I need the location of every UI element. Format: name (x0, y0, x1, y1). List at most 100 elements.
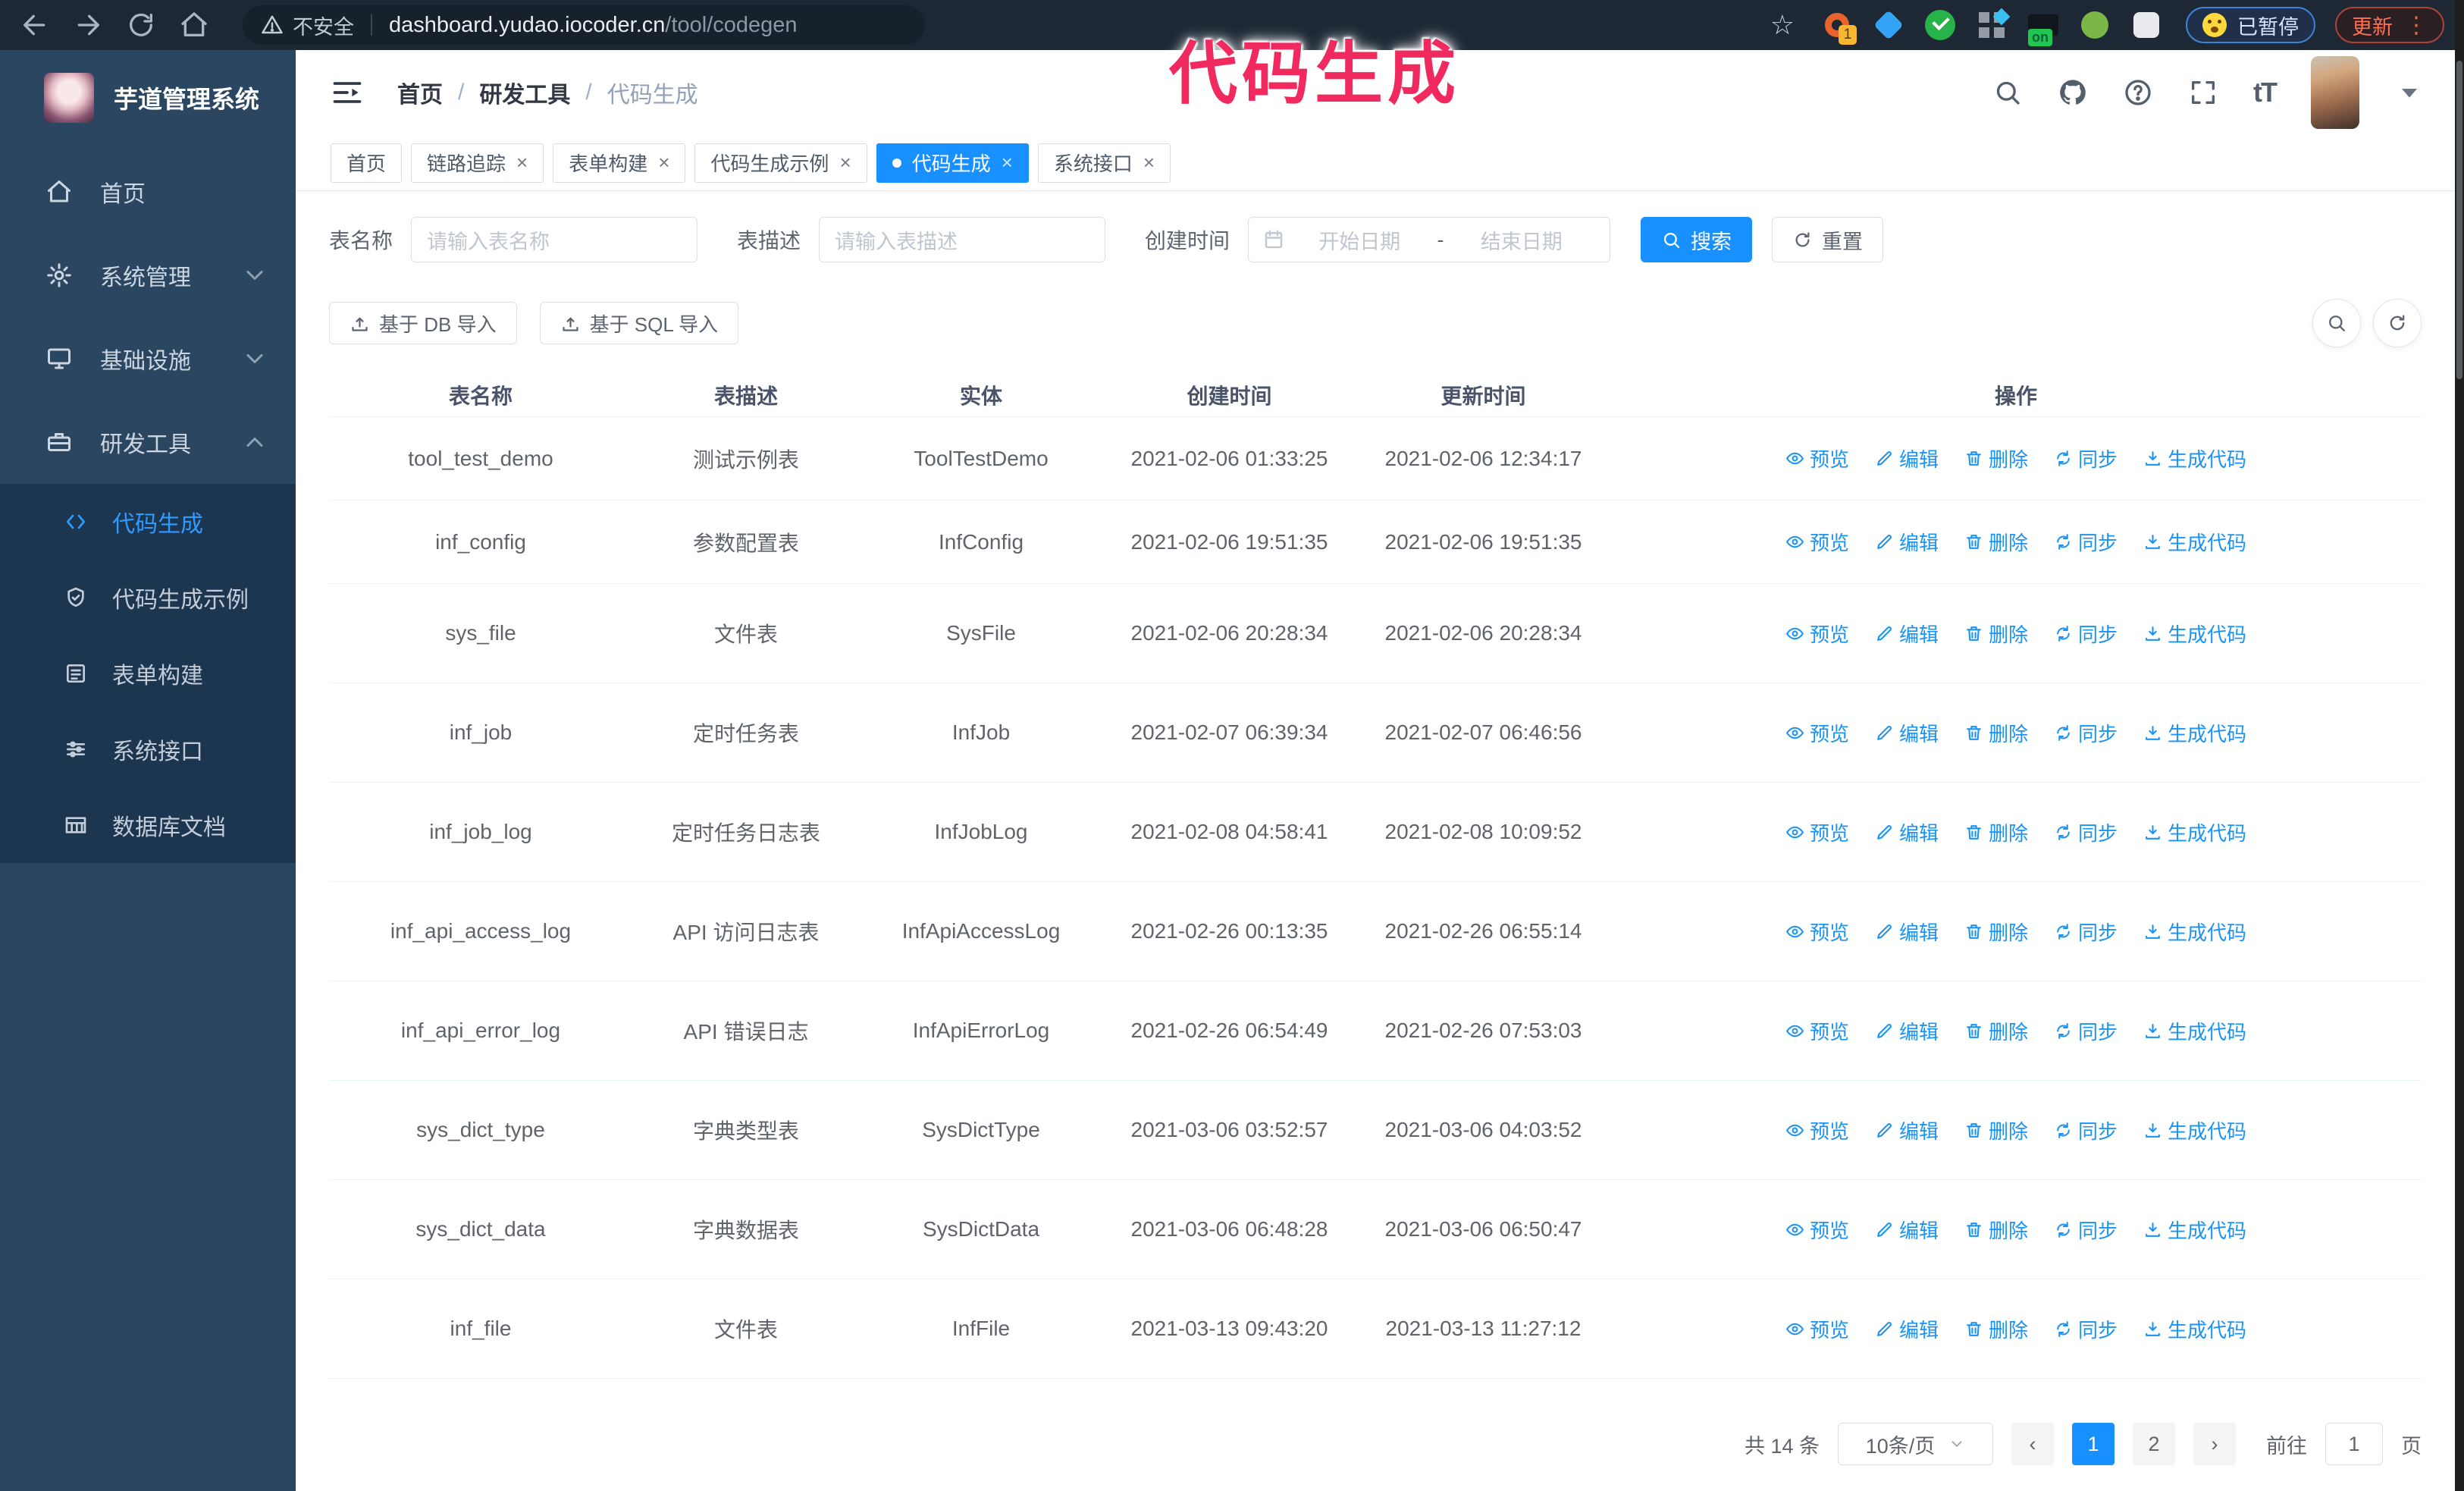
action-删除[interactable]: 删除 (1964, 818, 2028, 846)
tab-close-icon[interactable]: × (516, 151, 528, 174)
table-name-input[interactable]: 请输入表名称 (411, 217, 698, 262)
tab-代码生成[interactable]: 代码生成 × (876, 143, 1029, 183)
avatar[interactable] (2311, 56, 2359, 129)
action-预览[interactable]: 预览 (1785, 444, 1849, 472)
action-编辑[interactable]: 编辑 (1875, 1315, 1939, 1343)
action-同步[interactable]: 同步 (2054, 1017, 2118, 1045)
browser-menu-dots-icon[interactable]: ⋮ (2405, 12, 2428, 39)
action-预览[interactable]: 预览 (1785, 1315, 1849, 1343)
sidebar-subitem-表单构建[interactable]: 表单构建 (0, 636, 296, 711)
sidebar-item-首页[interactable]: 首页 (0, 150, 296, 234)
scrollbar-thumb[interactable] (2456, 61, 2462, 379)
bookmark-star-icon[interactable]: ☆ (1770, 9, 1795, 41)
extension-grid-icon[interactable] (1975, 8, 2008, 42)
action-预览[interactable]: 预览 (1785, 1017, 1849, 1045)
action-编辑[interactable]: 编辑 (1875, 1216, 1939, 1244)
extension-donut-icon[interactable]: 1 (1820, 8, 1857, 45)
action-删除[interactable]: 删除 (1964, 620, 2028, 648)
address-bar[interactable]: 不安全 dashboard.yudao.iocoder.cn /tool/cod… (243, 5, 925, 45)
action-预览[interactable]: 预览 (1785, 1116, 1849, 1144)
extension-gem-icon[interactable] (1872, 8, 1905, 42)
fullscreen-icon[interactable] (2188, 77, 2218, 108)
forward-icon[interactable] (73, 10, 103, 40)
refresh-table-button[interactable] (2373, 299, 2422, 347)
action-预览[interactable]: 预览 (1785, 1216, 1849, 1244)
tab-系统接口[interactable]: 系统接口 × (1037, 143, 1171, 183)
action-预览[interactable]: 预览 (1785, 620, 1849, 648)
toggle-search-button[interactable] (2312, 299, 2361, 347)
help-icon[interactable] (2123, 77, 2153, 108)
action-删除[interactable]: 删除 (1964, 1017, 2028, 1045)
tab-表单构建[interactable]: 表单构建 × (553, 143, 686, 183)
action-同步[interactable]: 同步 (2054, 620, 2118, 648)
action-生成代码[interactable]: 生成代码 (2143, 1216, 2246, 1244)
extensions-puzzle-icon[interactable] (2130, 8, 2163, 42)
update-button[interactable]: 更新 ⋮ (2335, 7, 2444, 43)
extension-green-icon[interactable] (2078, 8, 2111, 42)
tab-close-icon[interactable]: × (839, 151, 851, 174)
action-同步[interactable]: 同步 (2054, 918, 2118, 946)
action-编辑[interactable]: 编辑 (1875, 719, 1939, 747)
action-删除[interactable]: 删除 (1964, 719, 2028, 747)
action-编辑[interactable]: 编辑 (1875, 1017, 1939, 1045)
action-同步[interactable]: 同步 (2054, 444, 2118, 472)
breadcrumb-item[interactable]: 研发工具 (479, 76, 570, 109)
window-scrollbar[interactable] (2455, 0, 2464, 1491)
paused-badge[interactable]: 已暂停 (2186, 7, 2315, 43)
goto-page-input[interactable]: 1 (2325, 1423, 2383, 1465)
action-生成代码[interactable]: 生成代码 (2143, 719, 2246, 747)
action-生成代码[interactable]: 生成代码 (2143, 918, 2246, 946)
breadcrumb-item[interactable]: 首页 (397, 76, 443, 109)
import-sql-button[interactable]: 基于 SQL 导入 (539, 302, 739, 344)
extension-check-icon[interactable] (1923, 8, 1957, 42)
action-生成代码[interactable]: 生成代码 (2143, 1116, 2246, 1144)
sidebar-subitem-系统接口[interactable]: 系统接口 (0, 711, 296, 787)
tab-代码生成示例[interactable]: 代码生成示例 × (694, 143, 867, 183)
action-预览[interactable]: 预览 (1785, 918, 1849, 946)
extension-dark-icon[interactable]: on (2027, 8, 2060, 46)
action-预览[interactable]: 预览 (1785, 818, 1849, 846)
action-编辑[interactable]: 编辑 (1875, 528, 1939, 556)
action-编辑[interactable]: 编辑 (1875, 444, 1939, 472)
font-size-icon[interactable]: tT (2253, 77, 2277, 108)
action-编辑[interactable]: 编辑 (1875, 1116, 1939, 1144)
action-删除[interactable]: 删除 (1964, 1216, 2028, 1244)
collapse-sidebar-icon[interactable] (331, 76, 364, 109)
back-icon[interactable] (20, 10, 50, 40)
import-db-button[interactable]: 基于 DB 导入 (329, 302, 517, 344)
action-同步[interactable]: 同步 (2054, 1216, 2118, 1244)
sidebar-subitem-代码生成[interactable]: 代码生成 (0, 484, 296, 560)
tab-close-icon[interactable]: × (1143, 151, 1155, 174)
search-icon[interactable] (1992, 77, 2023, 108)
sidebar-item-基础设施[interactable]: 基础设施 (0, 317, 296, 400)
next-page-button[interactable]: › (2193, 1423, 2236, 1465)
action-同步[interactable]: 同步 (2054, 1116, 2118, 1144)
page-button-2[interactable]: 2 (2133, 1423, 2175, 1465)
reload-icon[interactable] (126, 10, 156, 40)
action-生成代码[interactable]: 生成代码 (2143, 528, 2246, 556)
sidebar-item-研发工具[interactable]: 研发工具 (0, 400, 296, 484)
browser-home-icon[interactable] (179, 10, 209, 40)
action-同步[interactable]: 同步 (2054, 1315, 2118, 1343)
prev-page-button[interactable]: ‹ (2011, 1423, 2054, 1465)
action-同步[interactable]: 同步 (2054, 528, 2118, 556)
action-生成代码[interactable]: 生成代码 (2143, 444, 2246, 472)
action-编辑[interactable]: 编辑 (1875, 918, 1939, 946)
page-button-1[interactable]: 1 (2072, 1423, 2114, 1465)
action-预览[interactable]: 预览 (1785, 528, 1849, 556)
app-logo[interactable]: 芋道管理系统 (0, 50, 296, 140)
action-删除[interactable]: 删除 (1964, 444, 2028, 472)
reset-button[interactable]: 重置 (1772, 217, 1884, 262)
search-button[interactable]: 搜索 (1641, 217, 1753, 262)
action-编辑[interactable]: 编辑 (1875, 818, 1939, 846)
date-range-picker[interactable]: 开始日期 - 结束日期 (1248, 217, 1611, 262)
action-生成代码[interactable]: 生成代码 (2143, 818, 2246, 846)
table-desc-input[interactable]: 请输入表描述 (819, 217, 1106, 262)
action-删除[interactable]: 删除 (1964, 1315, 2028, 1343)
sidebar-subitem-代码生成示例[interactable]: 代码生成示例 (0, 560, 296, 636)
action-同步[interactable]: 同步 (2054, 818, 2118, 846)
action-删除[interactable]: 删除 (1964, 528, 2028, 556)
action-同步[interactable]: 同步 (2054, 719, 2118, 747)
action-预览[interactable]: 预览 (1785, 719, 1849, 747)
page-size-select[interactable]: 10条/页 (1838, 1423, 1993, 1465)
